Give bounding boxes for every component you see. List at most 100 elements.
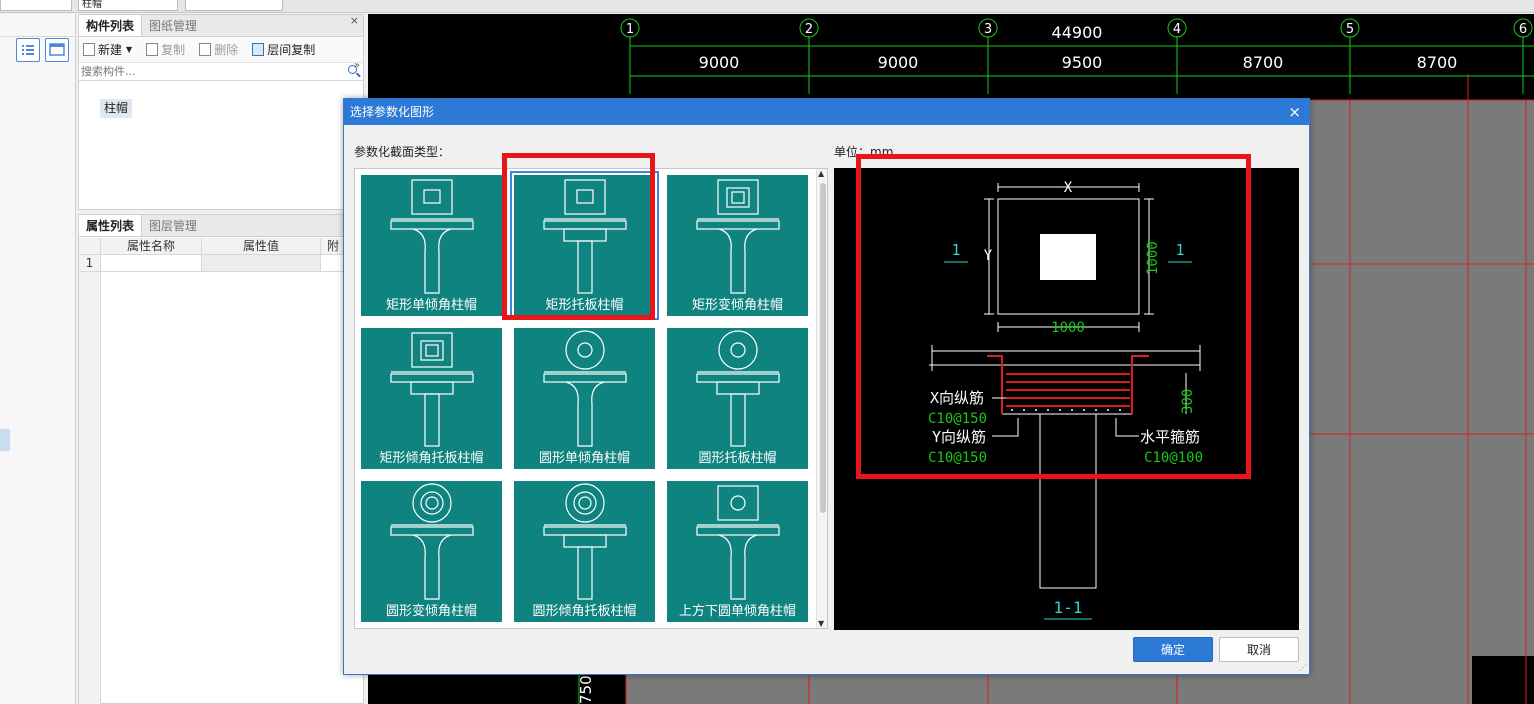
component-list-panel: 构件列表 图纸管理 × 新建▼ 复制 删除 层间复制 » 柱帽 [78, 14, 364, 210]
unit-caption: 单位： [834, 145, 871, 159]
floor-copy-button[interactable]: 层间复制 [252, 41, 315, 58]
section-mark-right: 1 [1175, 241, 1184, 259]
shape-option-label: 圆形变倾角柱帽 [385, 604, 477, 619]
copy-button-label: 复制 [161, 43, 186, 57]
grid-view-icon[interactable] [45, 38, 69, 62]
cancel-button[interactable]: 取消 [1219, 637, 1299, 662]
shape-option[interactable]: 圆形倾角托板柱帽 [514, 481, 655, 622]
shape-icon [696, 485, 780, 600]
navigation-header [0, 14, 75, 37]
leader-lines [992, 397, 1139, 437]
copy-button[interactable]: 复制 [146, 41, 185, 58]
scrollbar-thumb[interactable] [820, 183, 826, 513]
shape-icon [543, 330, 627, 447]
shape-icon [390, 179, 474, 294]
property-table-header: 属性名称 属性值 附 [79, 238, 365, 255]
shape-option[interactable]: 矩形变倾角柱帽 [667, 175, 808, 316]
shape-option[interactable]: 矩形托板柱帽 [510, 171, 659, 320]
shape-option[interactable]: 上方下圆单倾角柱帽 [667, 481, 808, 622]
scroll-down-icon[interactable]: ▼ [818, 619, 824, 628]
row-value[interactable] [202, 255, 321, 271]
tab-property-list[interactable]: 属性列表 [79, 215, 143, 236]
shape-option-label: 矩形单倾角柱帽 [385, 298, 477, 313]
axis-label: 1 [626, 22, 634, 37]
tab-component-list[interactable]: 构件列表 [79, 15, 143, 36]
axis-label: 2 [805, 22, 813, 37]
floor-copy-icon [252, 43, 265, 56]
list-view-icon[interactable] [16, 38, 40, 62]
axis-label: 4 [1173, 22, 1181, 37]
section-title: 1-1 [1054, 598, 1083, 617]
chevron-down-icon[interactable]: ▼ [126, 45, 132, 54]
total-dimension-label: 44900 [1052, 23, 1103, 42]
shape-option-label: 圆形托板柱帽 [698, 451, 777, 466]
confirm-button[interactable]: 确定 [1133, 637, 1213, 662]
shape-icon [543, 483, 627, 600]
table-row[interactable]: 1 [79, 255, 365, 272]
axis-label: 3 [984, 22, 992, 37]
height-dim-label: 1000 [1145, 241, 1161, 275]
tab-drawing-management[interactable]: 图纸管理 [142, 15, 204, 36]
axis-label: 5 [1346, 22, 1354, 37]
new-file-icon [83, 43, 95, 56]
stirrup-value: C10@100 [1144, 450, 1203, 466]
unit-label: 单位：mm [834, 143, 893, 160]
new-button-label: 新建 [98, 43, 123, 57]
new-button[interactable]: 新建 ▼ [83, 41, 132, 58]
width-dim-label: 1000 [1051, 320, 1085, 336]
tab-layer-management[interactable]: 图层管理 [142, 215, 204, 236]
property-list-panel: 属性列表 图层管理 属性名称 属性值 附 1 [78, 214, 365, 704]
property-tabs: 属性列表 图层管理 [79, 215, 363, 237]
shape-preview: X Y 1000 1000 1 1 300 X向纵筋 C10@150 Y向纵筋 … [834, 168, 1299, 630]
thickness-dim-label: 300 [1180, 389, 1196, 414]
component-tabs: 构件列表 图纸管理 [79, 15, 363, 37]
property-table: 属性名称 属性值 附 1 [79, 238, 365, 272]
panel-close-icon[interactable]: × [350, 14, 359, 27]
span-dimension-label: 8700 [1417, 53, 1458, 72]
top-toolbar-strip: 柱帽 [0, 0, 1534, 13]
delete-icon [199, 43, 212, 56]
shape-option-label: 矩形倾角托板柱帽 [379, 451, 484, 466]
x-rebar-value: C10@150 [928, 411, 987, 427]
close-icon[interactable]: × [1288, 99, 1301, 125]
shape-option-label: 矩形托板柱帽 [545, 298, 624, 313]
shape-option[interactable]: 圆形变倾角柱帽 [361, 481, 502, 622]
top-combo-1[interactable] [0, 0, 72, 11]
shape-option[interactable]: 矩形倾角托板柱帽 [361, 328, 502, 469]
tree-item-column-cap[interactable]: 柱帽 [100, 99, 133, 118]
stirrup-label: 水平箍筋 [1140, 428, 1200, 446]
span-dimension-label: 8700 [1243, 53, 1284, 72]
resize-grip-icon[interactable]: ⋰ [1299, 663, 1307, 672]
span-dimension-label: 9000 [699, 53, 740, 72]
shape-gallery: ▲ ▼ 矩形单倾角柱帽 矩形托板柱帽 矩形变倾角柱帽矩形倾角托板柱帽 圆形单倾角柱帽圆… [354, 168, 828, 629]
shape-icon [390, 483, 474, 600]
shape-option[interactable]: 矩形单倾角柱帽 [361, 175, 502, 316]
gallery-scrollbar[interactable]: ▲ ▼ [816, 169, 827, 628]
scroll-up-icon[interactable]: ▲ [818, 169, 824, 178]
search-icon[interactable] [348, 65, 357, 74]
shape-option[interactable]: 圆形托板柱帽 [667, 328, 808, 469]
search-input[interactable] [79, 63, 329, 80]
shape-icon [390, 332, 474, 447]
shape-option-label: 圆形倾角托板柱帽 [532, 604, 637, 619]
dialog-title: 选择参数化图形 [350, 105, 435, 119]
y-rebar-label: Y向纵筋 [932, 428, 986, 446]
dim-y-label: Y [984, 248, 993, 264]
header-name: 属性名称 [101, 238, 202, 254]
section-mark-left: 1 [951, 241, 960, 259]
delete-button[interactable]: 删除 [199, 41, 238, 58]
header-value: 属性值 [202, 238, 321, 254]
navigation-panel [0, 14, 76, 704]
x-rebar-label: X向纵筋 [930, 389, 984, 407]
top-combo-2[interactable]: 柱帽 [78, 0, 178, 11]
top-combo-3[interactable] [185, 0, 283, 11]
dialog-title-bar: 选择参数化图形 × [344, 99, 1309, 125]
shape-icon [696, 179, 780, 294]
shape-option[interactable]: 圆形单倾角柱帽 [514, 328, 655, 469]
rebar-dots [1011, 409, 1121, 411]
parametric-shape-dialog: 选择参数化图形 × 参数化截面类型： 单位：mm ▲ ▼ 矩形单倾角柱帽 矩形托板… [343, 98, 1310, 675]
axis-label: 6 [1519, 22, 1527, 37]
row-name[interactable] [101, 255, 202, 271]
preview-drawing: X Y 1000 1000 1 1 300 X向纵筋 C10@150 Y向纵筋 … [928, 180, 1203, 620]
delete-button-label: 删除 [214, 43, 239, 57]
